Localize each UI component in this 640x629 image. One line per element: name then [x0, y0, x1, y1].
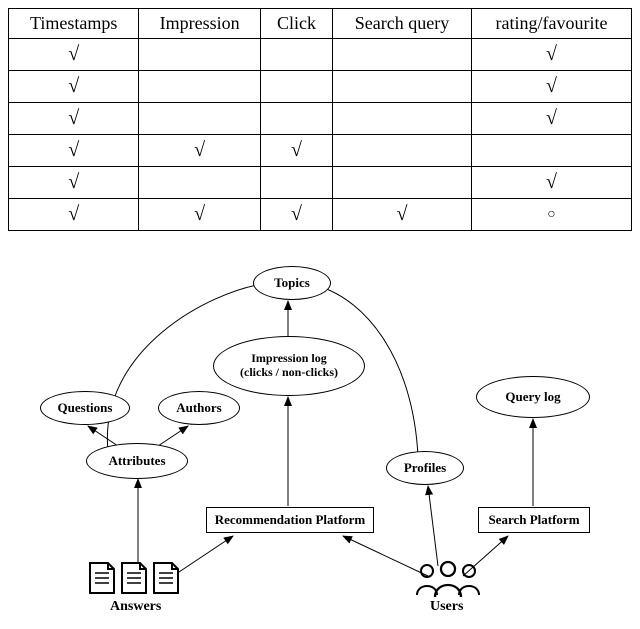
table-row: √√	[9, 103, 632, 135]
cell-5-2: √	[260, 199, 332, 231]
node-search-platform: Search Platform	[478, 507, 590, 533]
node-impression-log: Impression log (clicks / non-clicks)	[213, 336, 365, 396]
node-recommendation-platform: Recommendation Platform	[206, 507, 374, 533]
node-topics: Topics	[253, 266, 331, 300]
cell-0-1	[139, 39, 261, 71]
table-row: √√	[9, 167, 632, 199]
cell-1-3	[333, 71, 472, 103]
table-row: √√√√○	[9, 199, 632, 231]
cell-0-0: √	[9, 39, 139, 71]
architecture-diagram: Topics Impression log (clicks / non-clic…	[8, 261, 632, 621]
cell-1-0: √	[9, 71, 139, 103]
cell-2-1	[139, 103, 261, 135]
cell-4-0: √	[9, 167, 139, 199]
cell-3-3	[333, 135, 472, 167]
cell-4-3	[333, 167, 472, 199]
cell-0-4: √	[472, 39, 632, 71]
node-profiles: Profiles	[386, 451, 464, 485]
col-header-1: Impression	[139, 9, 261, 39]
col-header-2: Click	[260, 9, 332, 39]
col-header-0: Timestamps	[9, 9, 139, 39]
node-query-log: Query log	[476, 376, 590, 418]
cell-2-3	[333, 103, 472, 135]
cell-5-4: ○	[472, 199, 632, 231]
cell-4-4: √	[472, 167, 632, 199]
cell-3-1: √	[139, 135, 261, 167]
node-authors: Authors	[158, 391, 240, 425]
cell-2-0: √	[9, 103, 139, 135]
cell-0-3	[333, 39, 472, 71]
cell-2-2	[260, 103, 332, 135]
cell-4-2	[260, 167, 332, 199]
col-header-4: rating/favourite	[472, 9, 632, 39]
cell-1-2	[260, 71, 332, 103]
label: Authors	[176, 401, 222, 416]
table-row: √√	[9, 71, 632, 103]
label: Attributes	[108, 454, 165, 469]
label: Impression log (clicks / non-clicks)	[240, 352, 338, 380]
answers-label: Answers	[110, 599, 161, 615]
cell-5-1: √	[139, 199, 261, 231]
users-icons	[413, 559, 483, 604]
cell-2-4: √	[472, 103, 632, 135]
label: Topics	[274, 276, 310, 291]
table-row: √√√	[9, 135, 632, 167]
cell-3-2: √	[260, 135, 332, 167]
cell-4-1	[139, 167, 261, 199]
cell-3-0: √	[9, 135, 139, 167]
cell-0-2	[260, 39, 332, 71]
cell-5-3: √	[333, 199, 472, 231]
node-attributes: Attributes	[86, 443, 188, 479]
users-label: Users	[430, 599, 463, 615]
label: Search Platform	[488, 512, 579, 528]
label: Questions	[58, 401, 113, 416]
cell-1-1	[139, 71, 261, 103]
col-header-3: Search query	[333, 9, 472, 39]
cell-1-4: √	[472, 71, 632, 103]
label: Profiles	[404, 461, 446, 476]
table-row: √√	[9, 39, 632, 71]
node-questions: Questions	[40, 391, 130, 425]
data-table: TimestampsImpressionClickSearch queryrat…	[8, 8, 632, 231]
cell-3-4	[472, 135, 632, 167]
label: Recommendation Platform	[215, 512, 366, 528]
answers-icons	[88, 561, 188, 604]
cell-5-0: √	[9, 199, 139, 231]
label: Query log	[505, 390, 560, 405]
